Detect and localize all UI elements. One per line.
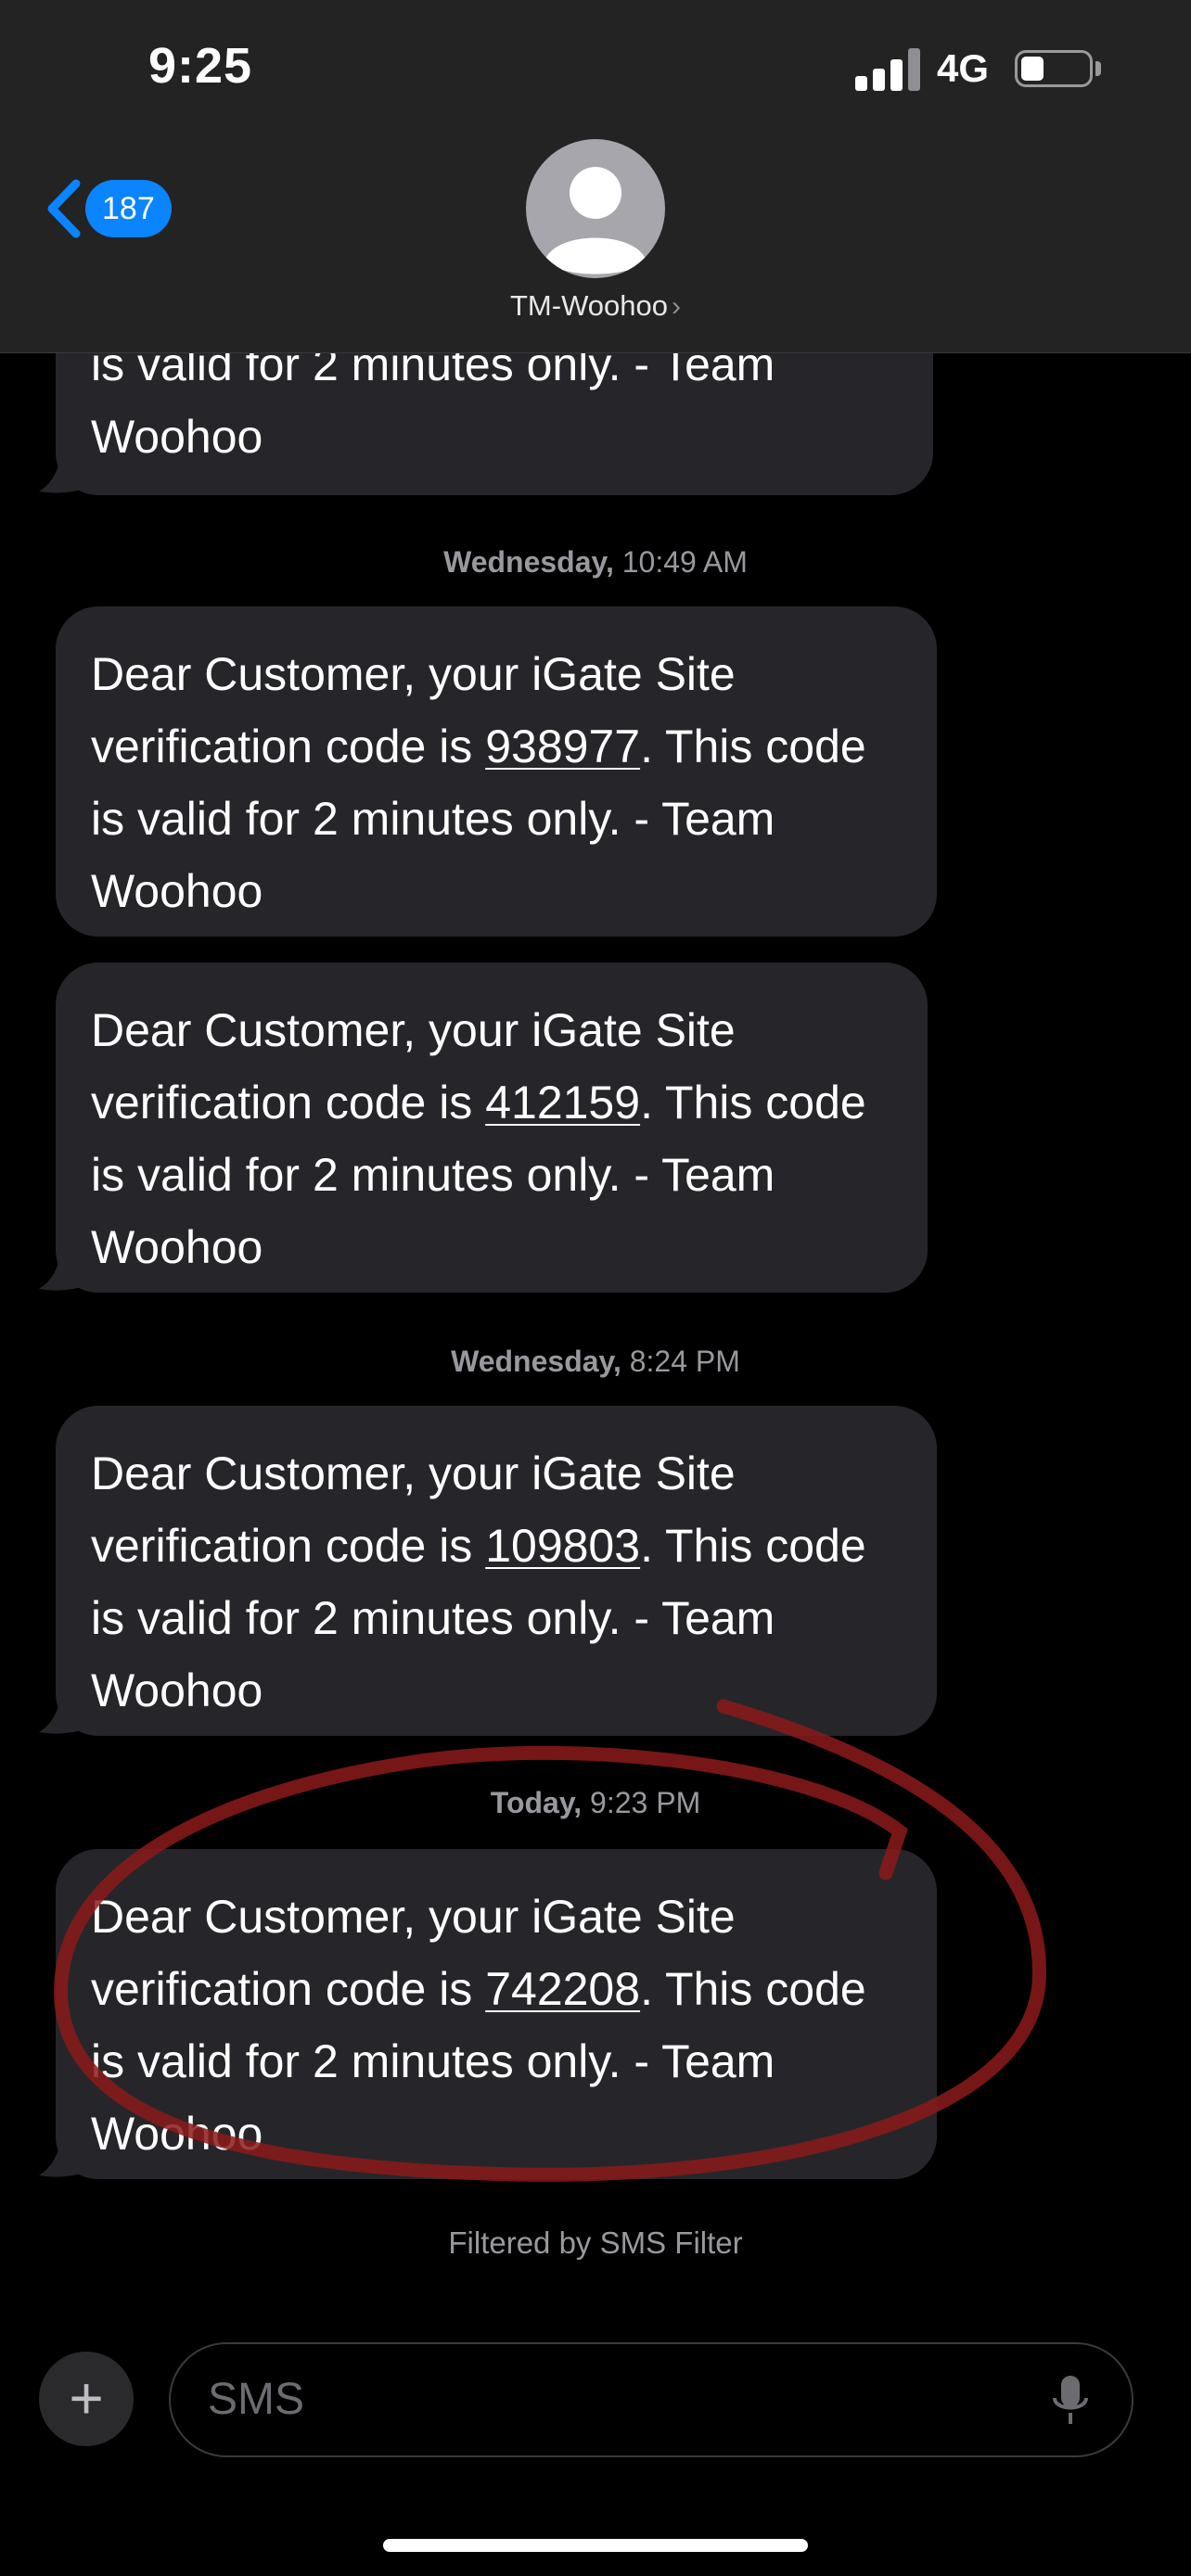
conversation-header: 9:25 4G 187 TM-Woohoo › — [0, 0, 1191, 353]
message-bubble[interactable]: Dear Customer, your iGate Site verificat… — [56, 1849, 937, 2179]
message-bubble[interactable]: Dear Customer, your iGate Site verificat… — [56, 606, 937, 937]
message-text-line: is valid for 2 minutes only. - Team — [91, 793, 775, 845]
message-text-line: Dear Customer, your iGate Site — [91, 1004, 736, 1056]
message-text-line: Dear Customer, your iGate Site — [91, 1891, 736, 1943]
message-text-line: Woohoo — [91, 2108, 263, 2160]
person-icon[interactable] — [526, 139, 665, 278]
cellular-signal-icon — [855, 48, 920, 91]
message-text-line: Woohoo — [91, 1221, 263, 1273]
message-text-line: Dear Customer, your iGate Site — [91, 648, 736, 700]
message-text-line: is valid for 2 minutes only. - Team — [91, 2035, 775, 2087]
message-text-line: verification code is 109803. This code — [91, 1520, 866, 1572]
verification-code-link[interactable]: 938977 — [485, 721, 640, 772]
message-bubble[interactable]: Dear Customer, your iGate Site verificat… — [56, 1406, 937, 1736]
status-time: 9:25 — [148, 38, 253, 94]
bubble-tail — [39, 1250, 82, 1291]
message-text-line: Woohoo — [91, 1664, 263, 1716]
verification-code-link[interactable]: 412159 — [485, 1077, 640, 1129]
battery-icon — [1015, 50, 1093, 87]
network-type: 4G — [937, 46, 990, 90]
home-indicator[interactable] — [383, 2539, 808, 2552]
microphone-icon[interactable] — [1050, 2374, 1091, 2429]
message-text-line: is valid for 2 minutes only. - Team — [91, 1149, 775, 1201]
bubble-tail — [39, 2136, 82, 2177]
verification-code-link[interactable]: 742208 — [485, 1963, 640, 2015]
message-bubble[interactable]: Dear Customer, your iGate Site verificat… — [56, 963, 928, 1293]
message-input-placeholder: SMS — [208, 2375, 305, 2424]
verification-code-link[interactable]: 109803 — [485, 1520, 640, 1572]
message-text-line: is valid for 2 minutes only. - Team — [91, 1592, 775, 1644]
message-input[interactable]: SMS — [169, 2342, 1133, 2457]
message-text-line: verification code is 938977. This code — [91, 721, 866, 772]
chevron-right-icon: › — [672, 291, 681, 322]
timestamp: Wednesday, 10:49 AM — [443, 545, 748, 579]
unread-count-badge[interactable]: 187 — [85, 180, 172, 237]
message-thread: is valid for 2 minutes only. - Team Wooh… — [0, 0, 1191, 2576]
sms-filter-note: Filtered by SMS Filter — [448, 2225, 743, 2260]
bubble-tail — [39, 453, 82, 493]
message-text-line: verification code is 742208. This code — [91, 1963, 866, 2015]
message-text-line: Woohoo — [91, 411, 263, 463]
chevron-left-icon[interactable] — [41, 178, 87, 239]
timestamp: Wednesday, 8:24 PM — [451, 1345, 740, 1378]
bubble-tail — [39, 1693, 82, 1734]
message-text-line: verification code is 412159. This code — [91, 1077, 866, 1129]
message-text-line: Woohoo — [91, 865, 263, 917]
battery-cap — [1095, 61, 1101, 76]
contact-name[interactable]: TM-Woohoo › — [0, 289, 1191, 323]
plus-icon[interactable]: + — [39, 2352, 134, 2446]
message-text-line: Dear Customer, your iGate Site — [91, 1447, 736, 1499]
timestamp: Today, 9:23 PM — [490, 1786, 701, 1819]
